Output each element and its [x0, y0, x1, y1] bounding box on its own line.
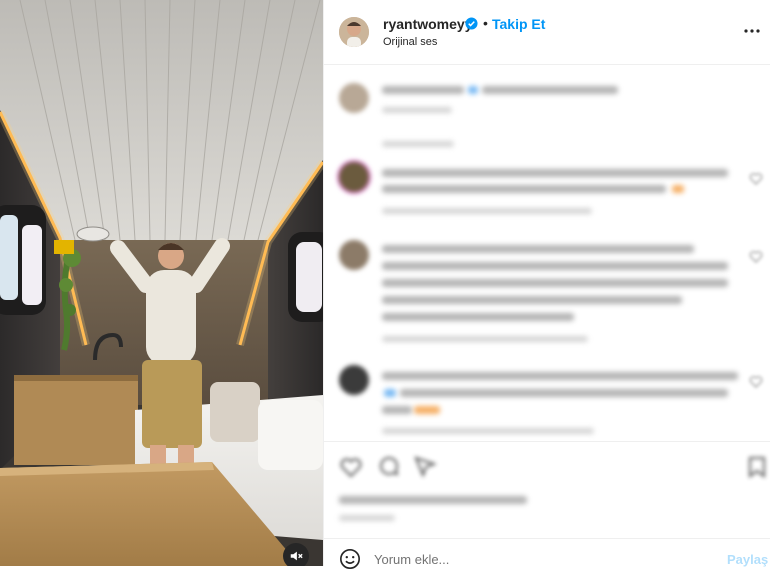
post-video-frame[interactable]	[0, 0, 323, 566]
blurred-comment-line	[382, 279, 728, 287]
blurred-comment-meta	[382, 208, 592, 214]
audio-label[interactable]: Orijinal ses	[383, 36, 437, 48]
commenter-avatar[interactable]	[339, 83, 369, 113]
post-comment-button[interactable]: Paylaş	[727, 552, 768, 567]
post-media[interactable]	[0, 0, 323, 566]
commenter-avatar[interactable]	[339, 240, 369, 270]
more-options-icon[interactable]	[743, 22, 761, 40]
blurred-date-line	[339, 515, 395, 521]
blurred-caption-emoji	[468, 86, 478, 94]
comment-icon[interactable]	[376, 455, 400, 479]
muted-speaker-icon	[290, 551, 303, 561]
blurred-comment-line	[382, 185, 666, 193]
like-comment-icon[interactable]	[749, 172, 763, 186]
save-icon[interactable]	[745, 455, 769, 479]
blurred-comment-meta	[382, 141, 454, 147]
blurred-comment-line	[382, 313, 574, 321]
avatar-image	[339, 17, 369, 47]
blurred-comment-emoji	[672, 185, 684, 193]
comment-input[interactable]	[374, 548, 674, 570]
blurred-caption-meta	[382, 107, 452, 113]
like-comment-icon[interactable]	[749, 375, 763, 389]
username[interactable]: ryantwomeyy	[383, 16, 472, 32]
emoji-icon[interactable]	[339, 548, 361, 570]
blurred-comment-line	[382, 372, 738, 380]
blurred-caption-line	[382, 86, 464, 94]
avatar[interactable]	[339, 17, 369, 47]
follow-button[interactable]: Takip Et	[492, 16, 545, 32]
like-icon[interactable]	[339, 455, 363, 479]
commenter-avatar[interactable]	[339, 162, 369, 192]
comments-list	[324, 65, 770, 440]
blurred-comment-emoji	[384, 389, 396, 397]
mute-button[interactable]	[283, 543, 309, 566]
post-side-panel: ryantwomeyy • Takip Et Orijinal ses Yoru…	[323, 0, 770, 570]
verified-badge-icon	[465, 17, 478, 30]
blurred-likes-line	[339, 496, 527, 504]
blurred-comment-emoji	[414, 406, 440, 414]
commenter-avatar[interactable]	[339, 365, 369, 395]
post-header: ryantwomeyy • Takip Et Orijinal ses	[324, 0, 770, 65]
blurred-comment-line	[382, 169, 728, 177]
blurred-comment-meta	[382, 428, 594, 434]
separator-dot: •	[483, 15, 488, 31]
blurred-comment-line	[382, 296, 682, 304]
blurred-comment-meta	[382, 336, 588, 342]
blurred-comment-line	[400, 389, 728, 397]
blurred-comment-line	[382, 262, 728, 270]
blurred-caption-line	[482, 86, 618, 94]
like-comment-icon[interactable]	[749, 250, 763, 264]
blurred-comment-line	[382, 245, 694, 253]
add-comment-bar: Paylaş	[324, 538, 770, 570]
post-actions	[324, 441, 770, 532]
blurred-comment-line	[382, 406, 412, 414]
share-icon[interactable]	[413, 455, 437, 479]
